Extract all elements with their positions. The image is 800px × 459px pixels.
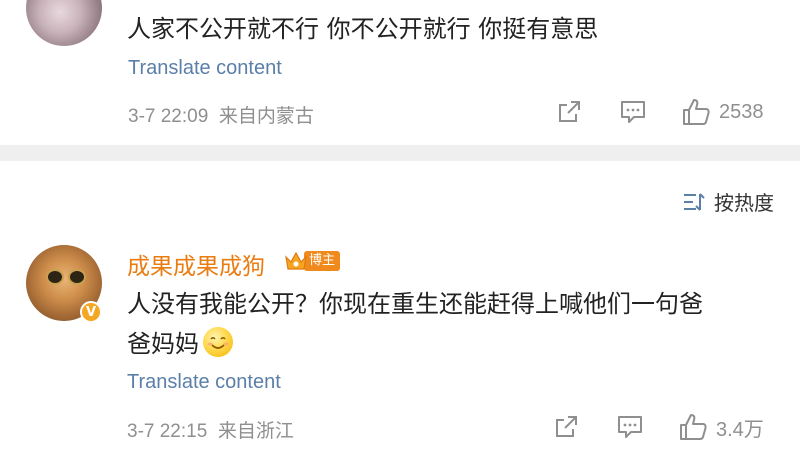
timestamp: 3-7 22:09 xyxy=(128,106,209,127)
thumbs-up-icon xyxy=(680,414,707,440)
comment-text-line-1: 人没有我能公开？你现在重生还能赶得上喊他们一句爸 xyxy=(127,290,703,318)
comment-icon xyxy=(621,101,645,123)
comment-button[interactable] xyxy=(619,99,647,125)
cat-eye xyxy=(46,269,64,285)
comment-meta: 3-7 22:09 来自内蒙古 xyxy=(128,101,314,128)
translate-link[interactable]: Translate content xyxy=(127,371,281,394)
like-button[interactable]: 3.4万 xyxy=(678,412,764,442)
comment-button[interactable] xyxy=(616,414,644,440)
sort-label: 按热度 xyxy=(714,191,774,215)
translate-link[interactable]: Translate content xyxy=(128,57,282,80)
comment-text: 人家不公开就不行 你不公开就行 你挺有意思 xyxy=(127,15,599,43)
smile-emoji-icon xyxy=(203,327,233,357)
thumbs-up-icon xyxy=(683,99,710,125)
section-divider xyxy=(0,145,800,161)
badge-label: 博主 xyxy=(304,251,341,271)
comment-icon xyxy=(618,416,642,438)
like-button[interactable]: 2538 xyxy=(681,97,764,127)
location: 来自内蒙古 xyxy=(218,106,314,127)
share-icon xyxy=(559,101,580,122)
location: 来自浙江 xyxy=(217,421,294,442)
sort-button[interactable]: 按热度 xyxy=(682,187,774,216)
comment-text-line-2: 爸妈妈 xyxy=(127,326,233,362)
share-button[interactable] xyxy=(556,99,582,125)
username[interactable]: 成果成果成狗 xyxy=(127,247,265,281)
comment-text-line-2-content: 爸妈妈 xyxy=(127,330,199,358)
blogger-badge: 博主 xyxy=(284,250,341,272)
share-button[interactable] xyxy=(553,414,579,440)
crown-icon xyxy=(285,251,307,270)
verified-badge-icon: V xyxy=(80,301,102,323)
sort-icon xyxy=(684,192,705,211)
cat-eye xyxy=(68,269,86,285)
like-count: 3.4万 xyxy=(716,418,764,441)
share-icon xyxy=(556,416,577,437)
avatar[interactable] xyxy=(26,0,102,46)
like-count: 2538 xyxy=(719,100,764,123)
timestamp: 3-7 22:15 xyxy=(127,421,208,442)
comment-meta: 3-7 22:15 来自浙江 xyxy=(127,416,294,443)
